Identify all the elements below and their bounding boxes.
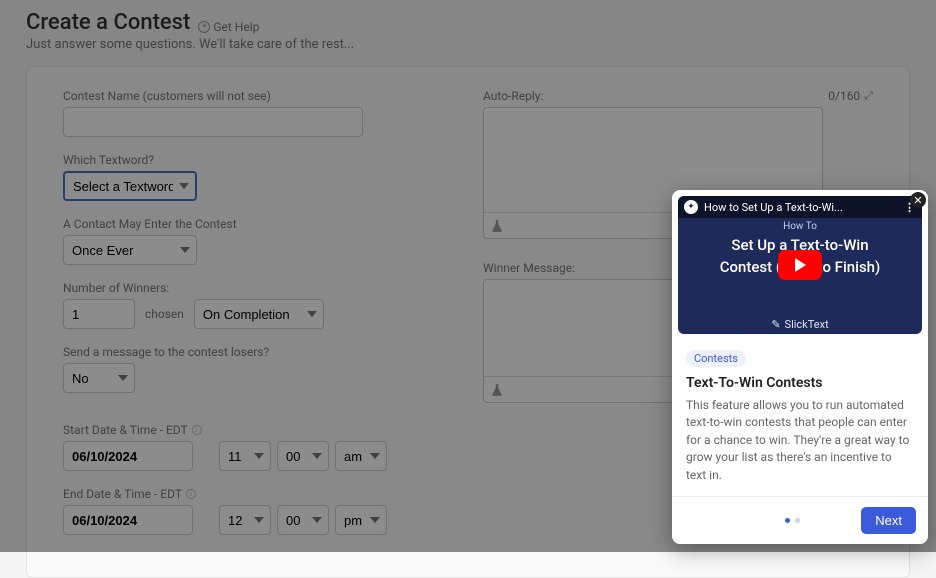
help-card-title: Text-To-Win Contests (686, 375, 914, 391)
page-subtitle: Just answer some questions. We'll take c… (26, 37, 910, 52)
winners-label: Number of Winners: (63, 281, 453, 295)
start-date-label: Start Date & Time - EDT i (63, 423, 453, 437)
start-minute-select[interactable]: 00 (277, 441, 329, 471)
end-minute-select[interactable]: 00 (277, 505, 329, 535)
video-overline: How To (783, 221, 817, 232)
help-popover: ✕ ✦ How to Set Up a Text-to-Wi... ⋮ How … (672, 190, 928, 544)
plus-icon: + (198, 21, 210, 33)
start-ampm-select[interactable]: am (335, 441, 387, 471)
pagination-dots (785, 518, 800, 523)
dot-2[interactable] (795, 518, 800, 523)
video-brand: ✎ SlickText (771, 318, 828, 331)
textword-label: Which Textword? (63, 153, 453, 167)
end-ampm-select[interactable]: pm (335, 505, 387, 535)
contest-name-input[interactable] (63, 107, 363, 137)
help-video-thumbnail[interactable]: ✦ How to Set Up a Text-to-Wi... ⋮ How To… (678, 196, 922, 334)
textword-select[interactable]: Select a Textword (63, 171, 197, 201)
chosen-text: chosen (145, 307, 184, 321)
help-tag: Contests (686, 350, 746, 367)
channel-avatar-icon: ✦ (684, 200, 698, 214)
flask-icon[interactable] (490, 383, 504, 397)
start-date-input[interactable] (63, 441, 193, 471)
info-icon: i (186, 489, 196, 499)
contest-name-label: Contest Name (customers will not see) (63, 89, 453, 103)
losers-msg-select[interactable]: No (63, 363, 135, 393)
close-icon[interactable]: ✕ (910, 192, 926, 208)
losers-msg-label: Send a message to the contest losers? (63, 345, 453, 359)
info-icon: i (192, 425, 202, 435)
auto-reply-counter: 0/160 (828, 89, 860, 103)
start-hour-select[interactable]: 11 (219, 441, 271, 471)
get-help-link[interactable]: + Get Help (198, 20, 259, 34)
brand-icon: ✎ (771, 318, 780, 331)
next-button[interactable]: Next (861, 507, 916, 534)
dot-1[interactable] (785, 518, 790, 523)
enter-frequency-label: A Contact May Enter the Contest (63, 217, 453, 231)
enter-frequency-select[interactable]: Once Ever (63, 235, 197, 265)
flask-icon[interactable] (490, 219, 504, 233)
end-date-input[interactable] (63, 505, 193, 535)
get-help-label: Get Help (213, 20, 259, 34)
auto-reply-label: Auto-Reply: (483, 89, 543, 103)
left-column: Contest Name (customers will not see) Wh… (63, 89, 453, 551)
page-title: Create a Contest (26, 10, 190, 35)
video-bar-title: How to Set Up a Text-to-Wi... (704, 201, 843, 214)
winners-count-input[interactable] (63, 299, 135, 329)
expand-icon[interactable]: ⤢ (864, 89, 873, 103)
winners-when-select[interactable]: On Completion (194, 299, 324, 329)
help-card-description: This feature allows you to run automated… (686, 397, 914, 484)
end-date-label: End Date & Time - EDT i (63, 487, 453, 501)
play-icon[interactable] (778, 250, 822, 280)
end-hour-select[interactable]: 12 (219, 505, 271, 535)
